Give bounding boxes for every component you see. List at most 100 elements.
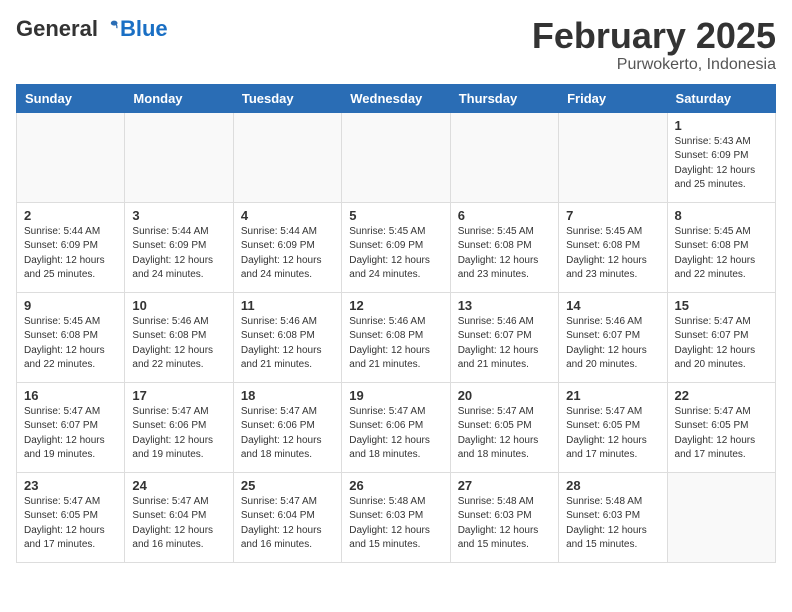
- calendar-day-cell: 23 Sunrise: 5:47 AM Sunset: 6:05 PM Dayli…: [17, 472, 125, 562]
- calendar-day-cell: 22Sunrise: 5:47 AM Sunset: 6:05 PM Dayli…: [667, 382, 775, 472]
- day-info: Sunrise: 5:47 AM Sunset: 6:06 PM Dayligh…: [132, 405, 225, 463]
- calendar-day-cell: 25 Sunrise: 5:47 AM Sunset: 6:04 PM Dayli…: [233, 472, 341, 562]
- day-info: Sunrise: 5:47 AM Sunset: 6:07 PM Dayligh…: [24, 405, 117, 463]
- day-number: 15: [675, 298, 768, 313]
- calendar-day-cell: 28 Sunrise: 5:48 AM Sunset: 6:03 PM Dayli…: [559, 472, 667, 562]
- day-info: Sunrise: 5:47 AM Sunset: 6:05 PM Dayligh…: [566, 405, 659, 463]
- day-number: 18: [241, 388, 334, 403]
- day-info: Sunrise: 5:47 AM Sunset: 6:04 PM Dayligh…: [241, 495, 334, 553]
- calendar-header-row: SundayMondayTuesdayWednesdayThursdayFrid…: [17, 84, 776, 112]
- day-number: 17: [132, 388, 225, 403]
- day-number: 7: [566, 208, 659, 223]
- calendar-day-cell: 16 Sunrise: 5:47 AM Sunset: 6:07 PM Dayli…: [17, 382, 125, 472]
- day-number: 19: [349, 388, 442, 403]
- day-info: Sunrise: 5:47 AM Sunset: 6:05 PM Dayligh…: [458, 405, 551, 463]
- day-number: 28: [566, 478, 659, 493]
- col-header-thursday: Thursday: [450, 84, 558, 112]
- day-number: 12: [349, 298, 442, 313]
- day-info: Sunrise: 5:45 AM Sunset: 6:08 PM Dayligh…: [566, 225, 659, 283]
- day-info: Sunrise: 5:47 AM Sunset: 6:04 PM Dayligh…: [132, 495, 225, 553]
- day-info: Sunrise: 5:44 AM Sunset: 6:09 PM Dayligh…: [132, 225, 225, 283]
- day-info: Sunrise: 5:44 AM Sunset: 6:09 PM Dayligh…: [241, 225, 334, 283]
- day-number: 26: [349, 478, 442, 493]
- day-info: Sunrise: 5:44 AM Sunset: 6:09 PM Dayligh…: [24, 225, 117, 283]
- day-number: 25: [241, 478, 334, 493]
- day-info: Sunrise: 5:47 AM Sunset: 6:07 PM Dayligh…: [675, 315, 768, 373]
- calendar-day-cell: 20 Sunrise: 5:47 AM Sunset: 6:05 PM Dayli…: [450, 382, 558, 472]
- logo-blue-text: Blue: [120, 16, 168, 42]
- day-number: 21: [566, 388, 659, 403]
- col-header-wednesday: Wednesday: [342, 84, 450, 112]
- page-header: General Blue February 2025 Purwokerto, I…: [16, 16, 776, 74]
- day-number: 23: [24, 478, 117, 493]
- calendar-day-cell: [233, 112, 341, 202]
- day-number: 6: [458, 208, 551, 223]
- day-info: Sunrise: 5:43 AM Sunset: 6:09 PM Dayligh…: [675, 135, 768, 193]
- day-number: 8: [675, 208, 768, 223]
- day-number: 20: [458, 388, 551, 403]
- calendar-day-cell: 10Sunrise: 5:46 AM Sunset: 6:08 PM Dayli…: [125, 292, 233, 382]
- calendar-day-cell: 15 Sunrise: 5:47 AM Sunset: 6:07 PM Dayli…: [667, 292, 775, 382]
- calendar-day-cell: 7 Sunrise: 5:45 AM Sunset: 6:08 PM Daylig…: [559, 202, 667, 292]
- day-info: Sunrise: 5:47 AM Sunset: 6:06 PM Dayligh…: [241, 405, 334, 463]
- calendar-day-cell: [17, 112, 125, 202]
- calendar-day-cell: 8 Sunrise: 5:45 AM Sunset: 6:08 PM Daylig…: [667, 202, 775, 292]
- calendar-table: SundayMondayTuesdayWednesdayThursdayFrid…: [16, 84, 776, 563]
- calendar-day-cell: 6 Sunrise: 5:45 AM Sunset: 6:08 PM Daylig…: [450, 202, 558, 292]
- calendar-day-cell: 17 Sunrise: 5:47 AM Sunset: 6:06 PM Dayli…: [125, 382, 233, 472]
- location-subtitle: Purwokerto, Indonesia: [532, 56, 776, 74]
- calendar-day-cell: 21 Sunrise: 5:47 AM Sunset: 6:05 PM Dayli…: [559, 382, 667, 472]
- day-number: 16: [24, 388, 117, 403]
- calendar-week-row: 2Sunrise: 5:44 AM Sunset: 6:09 PM Daylig…: [17, 202, 776, 292]
- calendar-week-row: 23 Sunrise: 5:47 AM Sunset: 6:05 PM Dayli…: [17, 472, 776, 562]
- day-info: Sunrise: 5:45 AM Sunset: 6:08 PM Dayligh…: [24, 315, 117, 373]
- day-info: Sunrise: 5:47 AM Sunset: 6:05 PM Dayligh…: [675, 405, 768, 463]
- day-info: Sunrise: 5:45 AM Sunset: 6:08 PM Dayligh…: [675, 225, 768, 283]
- calendar-day-cell: 3Sunrise: 5:44 AM Sunset: 6:09 PM Daylig…: [125, 202, 233, 292]
- logo-general-text: General: [16, 16, 98, 42]
- day-info: Sunrise: 5:46 AM Sunset: 6:07 PM Dayligh…: [458, 315, 551, 373]
- calendar-day-cell: 12 Sunrise: 5:46 AM Sunset: 6:08 PM Dayli…: [342, 292, 450, 382]
- day-number: 4: [241, 208, 334, 223]
- calendar-day-cell: 19 Sunrise: 5:47 AM Sunset: 6:06 PM Dayli…: [342, 382, 450, 472]
- day-number: 5: [349, 208, 442, 223]
- calendar-day-cell: 27 Sunrise: 5:48 AM Sunset: 6:03 PM Dayli…: [450, 472, 558, 562]
- day-info: Sunrise: 5:47 AM Sunset: 6:05 PM Dayligh…: [24, 495, 117, 553]
- day-info: Sunrise: 5:47 AM Sunset: 6:06 PM Dayligh…: [349, 405, 442, 463]
- day-info: Sunrise: 5:46 AM Sunset: 6:08 PM Dayligh…: [241, 315, 334, 373]
- calendar-day-cell: 24 Sunrise: 5:47 AM Sunset: 6:04 PM Dayli…: [125, 472, 233, 562]
- calendar-week-row: 1 Sunrise: 5:43 AM Sunset: 6:09 PM Daylig…: [17, 112, 776, 202]
- calendar-day-cell: [667, 472, 775, 562]
- day-number: 27: [458, 478, 551, 493]
- day-info: Sunrise: 5:46 AM Sunset: 6:08 PM Dayligh…: [349, 315, 442, 373]
- day-number: 10: [132, 298, 225, 313]
- calendar-day-cell: 2Sunrise: 5:44 AM Sunset: 6:09 PM Daylig…: [17, 202, 125, 292]
- day-number: 13: [458, 298, 551, 313]
- calendar-day-cell: [342, 112, 450, 202]
- calendar-week-row: 16 Sunrise: 5:47 AM Sunset: 6:07 PM Dayli…: [17, 382, 776, 472]
- calendar-day-cell: 11 Sunrise: 5:46 AM Sunset: 6:08 PM Dayli…: [233, 292, 341, 382]
- day-number: 24: [132, 478, 225, 493]
- logo: General Blue: [16, 16, 168, 42]
- day-info: Sunrise: 5:48 AM Sunset: 6:03 PM Dayligh…: [566, 495, 659, 553]
- day-info: Sunrise: 5:45 AM Sunset: 6:08 PM Dayligh…: [458, 225, 551, 283]
- calendar-day-cell: 5 Sunrise: 5:45 AM Sunset: 6:09 PM Daylig…: [342, 202, 450, 292]
- calendar-day-cell: 9 Sunrise: 5:45 AM Sunset: 6:08 PM Daylig…: [17, 292, 125, 382]
- logo-bird-icon: [100, 19, 120, 39]
- day-info: Sunrise: 5:48 AM Sunset: 6:03 PM Dayligh…: [458, 495, 551, 553]
- day-number: 1: [675, 118, 768, 133]
- day-info: Sunrise: 5:48 AM Sunset: 6:03 PM Dayligh…: [349, 495, 442, 553]
- calendar-day-cell: [450, 112, 558, 202]
- day-info: Sunrise: 5:46 AM Sunset: 6:07 PM Dayligh…: [566, 315, 659, 373]
- col-header-tuesday: Tuesday: [233, 84, 341, 112]
- day-number: 11: [241, 298, 334, 313]
- calendar-day-cell: 13 Sunrise: 5:46 AM Sunset: 6:07 PM Dayli…: [450, 292, 558, 382]
- month-title: February 2025: [532, 16, 776, 56]
- calendar-day-cell: 26 Sunrise: 5:48 AM Sunset: 6:03 PM Dayli…: [342, 472, 450, 562]
- day-info: Sunrise: 5:45 AM Sunset: 6:09 PM Dayligh…: [349, 225, 442, 283]
- calendar-day-cell: [125, 112, 233, 202]
- day-number: 9: [24, 298, 117, 313]
- calendar-day-cell: 1 Sunrise: 5:43 AM Sunset: 6:09 PM Daylig…: [667, 112, 775, 202]
- calendar-day-cell: [559, 112, 667, 202]
- calendar-day-cell: 18 Sunrise: 5:47 AM Sunset: 6:06 PM Dayli…: [233, 382, 341, 472]
